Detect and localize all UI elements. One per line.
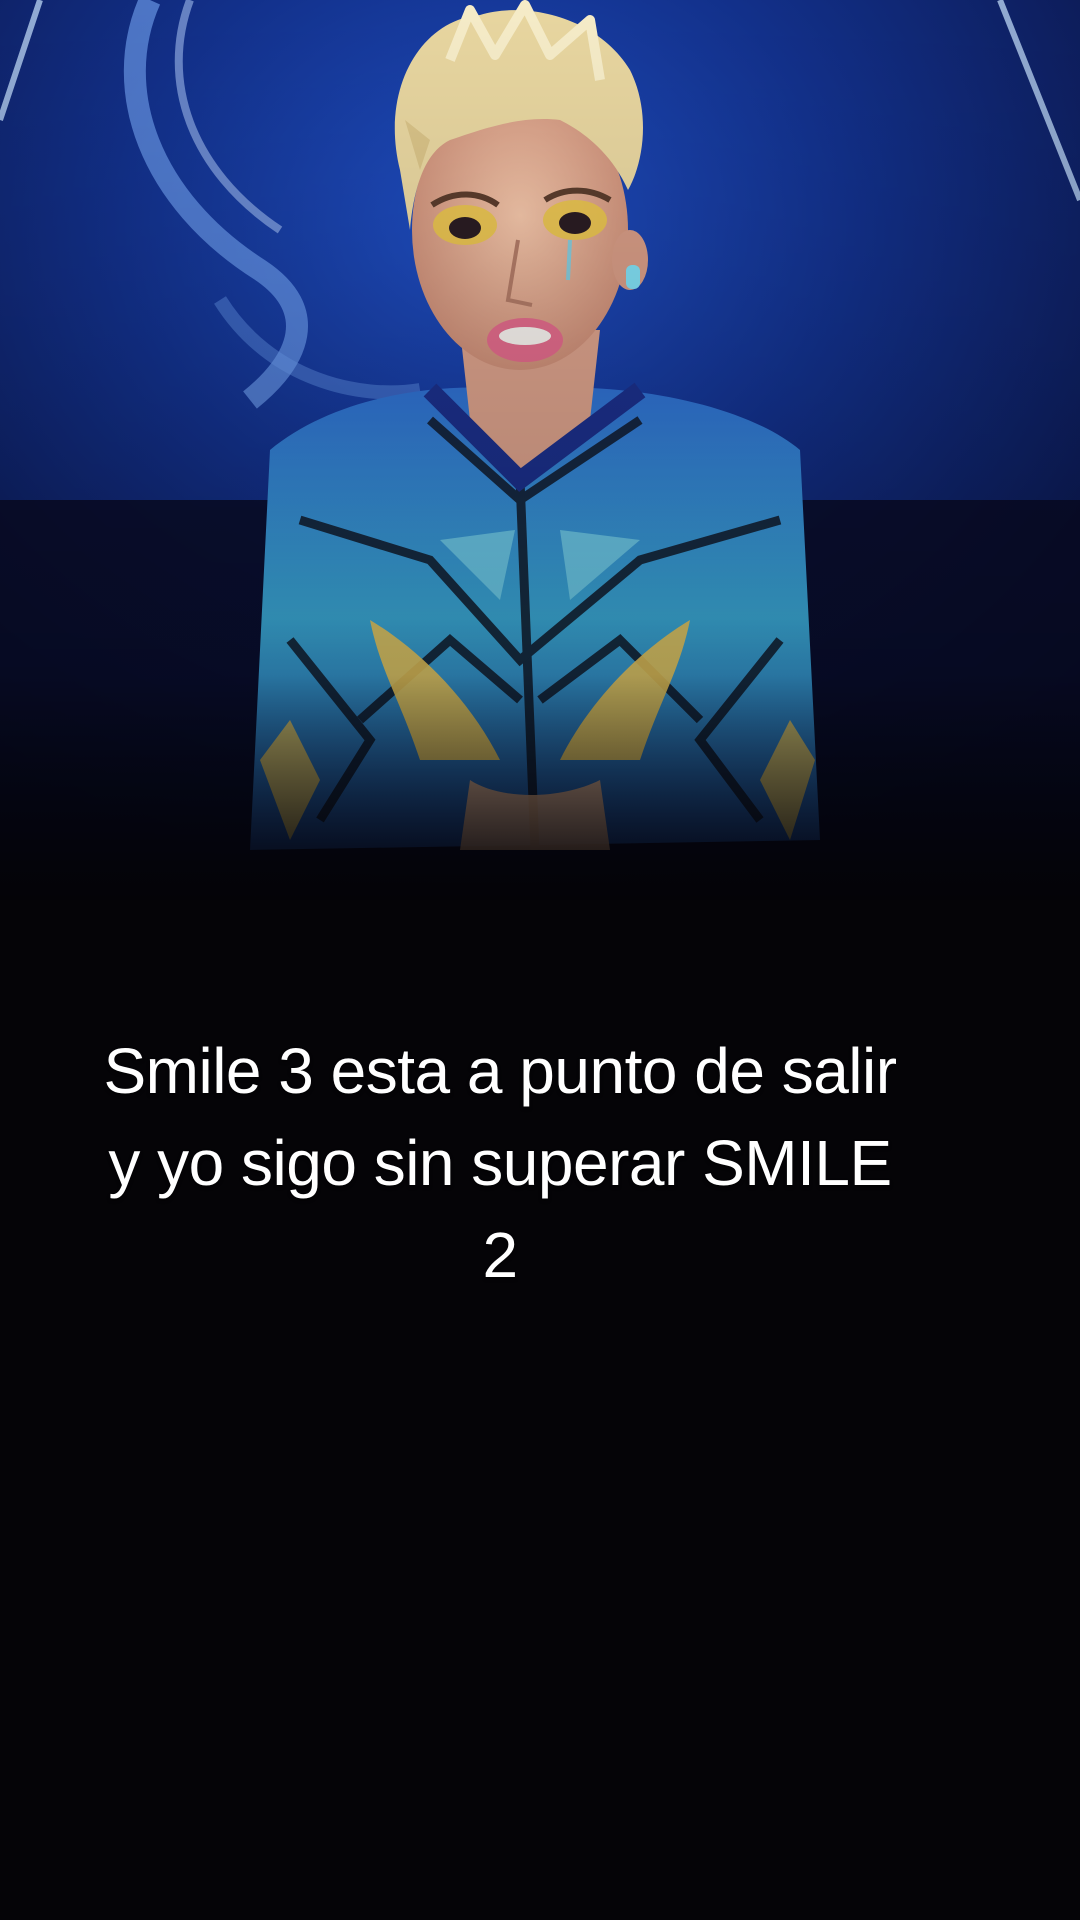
caption-line: 2 [482, 1219, 518, 1291]
caption-line: y yo sigo sin superar SMILE [108, 1127, 892, 1199]
concert-screen-image [0, 0, 1080, 1920]
video-frame: Smile 3 esta a punto de salir y yo sigo … [0, 0, 1080, 1920]
caption-line: Smile 3 esta a punto de salir [103, 1035, 897, 1107]
caption-text: Smile 3 esta a punto de salir y yo sigo … [0, 1025, 1000, 1301]
